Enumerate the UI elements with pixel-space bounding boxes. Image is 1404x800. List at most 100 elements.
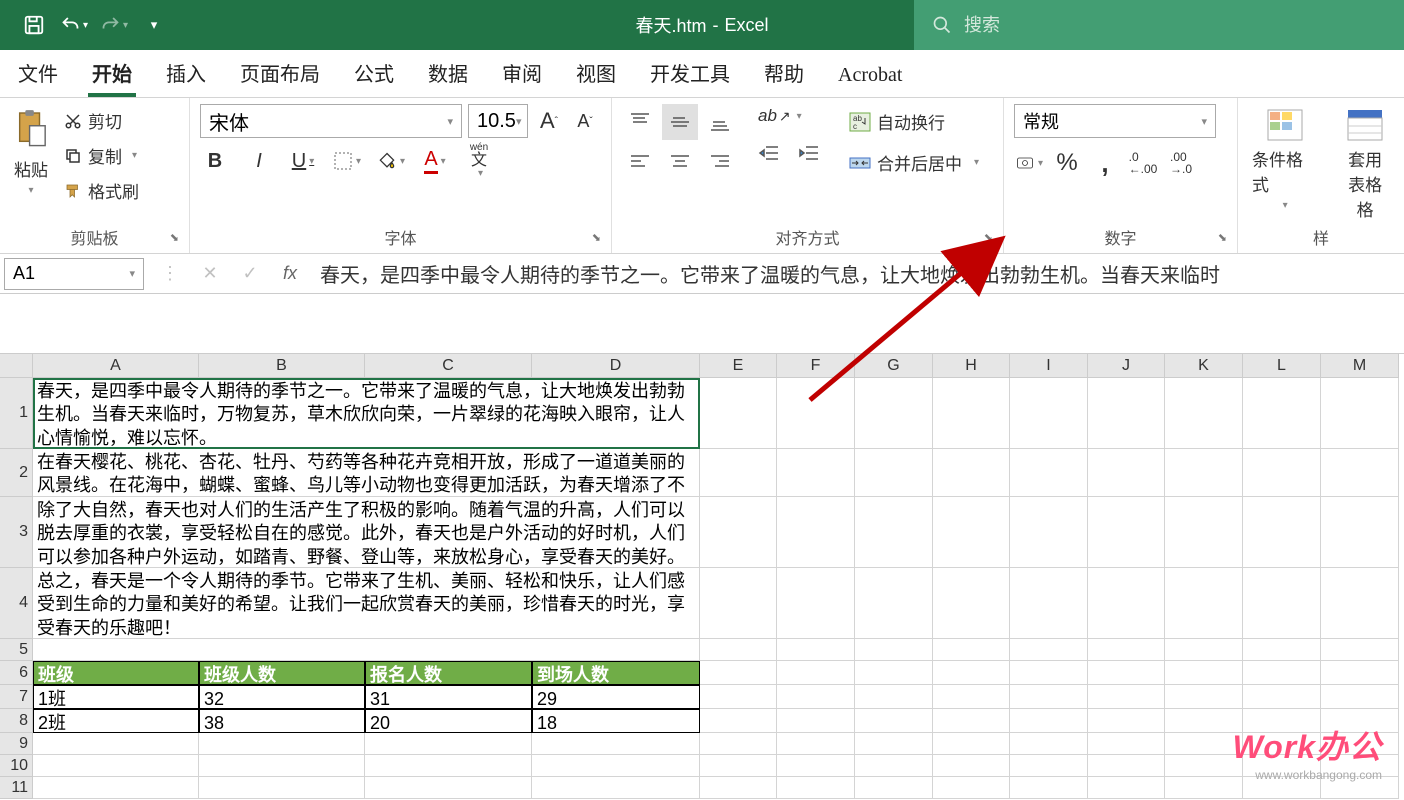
cell[interactable] — [855, 777, 933, 799]
number-format-select[interactable]: 常规▾ — [1014, 104, 1216, 138]
comma-button[interactable]: , — [1090, 148, 1120, 178]
copy-button[interactable]: 复制▾ — [60, 141, 143, 170]
cell[interactable] — [1010, 661, 1088, 685]
cell[interactable] — [199, 777, 365, 799]
tab-dev[interactable]: 开发工具 — [646, 52, 734, 97]
tab-layout[interactable]: 页面布局 — [236, 52, 324, 97]
cell[interactable] — [700, 661, 777, 685]
cell[interactable] — [700, 755, 777, 777]
cell[interactable] — [199, 733, 365, 755]
cell[interactable] — [532, 777, 700, 799]
cell[interactable] — [700, 378, 777, 449]
cell[interactable]: 春天，是四季中最令人期待的季节之一。它带来了温暖的气息，让大地焕发出勃勃生机。当… — [33, 378, 700, 449]
cell[interactable]: 班级 — [33, 661, 199, 685]
cell[interactable] — [1088, 733, 1165, 755]
cell[interactable] — [33, 639, 700, 661]
cell[interactable] — [700, 733, 777, 755]
col-header-D[interactable]: D — [532, 354, 700, 378]
cell[interactable] — [933, 497, 1010, 568]
cell[interactable] — [777, 661, 855, 685]
table-format-button[interactable]: 套用 表格格 — [1336, 104, 1394, 225]
align-middle-icon[interactable] — [662, 104, 698, 140]
cell[interactable] — [33, 777, 199, 799]
tab-help[interactable]: 帮助 — [760, 52, 808, 97]
cell[interactable] — [1243, 685, 1321, 709]
cell[interactable] — [777, 497, 855, 568]
cell[interactable] — [1243, 568, 1321, 639]
cell[interactable] — [700, 449, 777, 497]
cell[interactable] — [700, 709, 777, 733]
row-header-6[interactable]: 6 — [0, 661, 33, 685]
cell[interactable]: 18 — [532, 709, 700, 733]
font-name-select[interactable]: 宋体▾ — [200, 104, 462, 138]
cell[interactable] — [777, 709, 855, 733]
cell[interactable] — [1165, 755, 1243, 777]
row-header-11[interactable]: 11 — [0, 777, 33, 799]
cell[interactable] — [855, 497, 933, 568]
save-icon[interactable] — [20, 11, 48, 39]
col-header-L[interactable]: L — [1243, 354, 1321, 378]
cell[interactable] — [1088, 497, 1165, 568]
cell[interactable] — [1088, 755, 1165, 777]
align-bottom-icon[interactable] — [702, 104, 738, 140]
align-launcher[interactable]: ⬊ — [984, 231, 993, 244]
cell[interactable] — [855, 639, 933, 661]
cell[interactable]: 20 — [365, 709, 532, 733]
italic-button[interactable]: I — [244, 146, 274, 176]
cancel-formula-icon[interactable]: ✕ — [190, 263, 230, 284]
cell[interactable] — [1088, 661, 1165, 685]
align-top-icon[interactable] — [622, 104, 658, 140]
tab-view[interactable]: 视图 — [572, 52, 620, 97]
format-painter-button[interactable]: 格式刷 — [60, 176, 143, 205]
col-header-F[interactable]: F — [777, 354, 855, 378]
cell[interactable] — [933, 378, 1010, 449]
cell[interactable] — [777, 639, 855, 661]
cell[interactable] — [1010, 709, 1088, 733]
cell[interactable] — [855, 449, 933, 497]
cell[interactable] — [700, 497, 777, 568]
merge-center-button[interactable]: 合并后居中▾ — [840, 145, 988, 180]
tab-data[interactable]: 数据 — [424, 52, 472, 97]
cell[interactable] — [933, 709, 1010, 733]
row-header-3[interactable]: 3 — [0, 497, 33, 568]
bold-button[interactable]: B — [200, 146, 230, 176]
clipboard-launcher[interactable]: ⬊ — [170, 231, 179, 244]
formula-bar[interactable]: 春天，是四季中最令人期待的季节之一。它带来了温暖的气息，让大地焕发出勃勃生机。当… — [310, 259, 1404, 288]
cell[interactable]: 38 — [199, 709, 365, 733]
row-header-1[interactable]: 1 — [0, 378, 33, 449]
cell[interactable] — [1088, 568, 1165, 639]
cell[interactable]: 班级人数 — [199, 661, 365, 685]
cell[interactable] — [1243, 449, 1321, 497]
orientation-button[interactable]: ab↗▾ — [754, 104, 824, 128]
tab-review[interactable]: 审阅 — [498, 52, 546, 97]
cell[interactable] — [1321, 685, 1399, 709]
cell[interactable] — [1010, 639, 1088, 661]
phonetic-button[interactable]: wén文 — [464, 146, 494, 176]
row-header-10[interactable]: 10 — [0, 755, 33, 777]
cell[interactable] — [365, 777, 532, 799]
font-launcher[interactable]: ⬊ — [592, 231, 601, 244]
row-header-2[interactable]: 2 — [0, 449, 33, 497]
conditional-format-button[interactable]: 条件格式▾ — [1248, 104, 1322, 215]
cell[interactable] — [1165, 685, 1243, 709]
cell[interactable]: 29 — [532, 685, 700, 709]
select-all-corner[interactable] — [0, 354, 33, 378]
decrease-decimal-icon[interactable]: .00→.0 — [1166, 148, 1196, 178]
col-header-E[interactable]: E — [700, 354, 777, 378]
cell[interactable] — [365, 733, 532, 755]
cell[interactable] — [777, 777, 855, 799]
cell[interactable]: 到场人数 — [532, 661, 700, 685]
cell[interactable] — [700, 639, 777, 661]
undo-icon[interactable]: ▾ — [60, 11, 88, 39]
cell[interactable] — [1321, 497, 1399, 568]
col-header-G[interactable]: G — [855, 354, 933, 378]
cell[interactable] — [855, 661, 933, 685]
underline-button[interactable]: U — [288, 146, 318, 176]
row-header-7[interactable]: 7 — [0, 685, 33, 709]
cell[interactable]: 在春天樱花、桃花、杏花、牡丹、芍药等各种花卉竞相开放，形成了一道道美丽的风景线。… — [33, 449, 700, 497]
cell[interactable] — [855, 685, 933, 709]
align-right-icon[interactable] — [702, 144, 738, 180]
currency-button[interactable] — [1014, 148, 1044, 178]
tab-formulas[interactable]: 公式 — [350, 52, 398, 97]
cell[interactable] — [700, 685, 777, 709]
